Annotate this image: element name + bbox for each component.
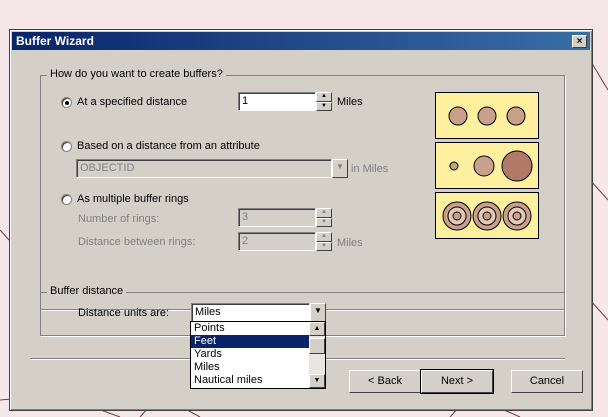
unit-option-yards[interactable]: Yards — [191, 348, 325, 361]
preview-multiple-rings — [435, 192, 539, 239]
ring-buffers-icon — [442, 201, 532, 231]
variable-buffers-icon — [449, 150, 533, 182]
number-of-rings-input[interactable]: 3 — [238, 208, 316, 227]
unit-option-nautical-miles[interactable]: Nautical miles — [191, 374, 325, 387]
title-bar[interactable]: Buffer Wizard × — [12, 32, 590, 50]
radio-attribute-distance-label: Based on a distance from an attribute — [77, 140, 260, 152]
buffer-distance-legend: Buffer distance — [47, 285, 127, 297]
radio-attribute-distance[interactable]: Based on a distance from an attribute — [61, 140, 260, 152]
radio-specified-distance-dot[interactable] — [61, 96, 72, 108]
spin-down-icon[interactable]: ▼ — [316, 101, 332, 111]
spin-up-icon[interactable]: ▲ — [316, 92, 332, 102]
scroll-down-icon[interactable]: ▼ — [309, 374, 325, 388]
distance-between-rings-input[interactable]: 2 — [238, 232, 316, 251]
distance-input[interactable]: 1 — [238, 92, 316, 111]
spin-up-icon[interactable]: ▲ — [316, 208, 332, 218]
radio-multiple-rings-dot[interactable] — [61, 193, 72, 205]
equal-buffers-icon — [448, 106, 526, 126]
chevron-down-icon: ▼ — [336, 162, 344, 171]
preview-specified-distance — [435, 92, 539, 139]
radio-specified-distance[interactable]: At a specified distance — [61, 96, 187, 108]
chevron-down-icon: ▼ — [314, 306, 322, 315]
attribute-dropdown-button[interactable]: ▼ — [332, 159, 348, 178]
scroll-up-icon[interactable]: ▲ — [309, 322, 325, 336]
back-button[interactable]: < Back — [349, 370, 421, 393]
distance-between-rings-label: Distance between rings: — [78, 236, 196, 248]
radio-multiple-rings[interactable]: As multiple buffer rings — [61, 193, 189, 205]
distance-units-label: Distance units are: — [78, 307, 170, 319]
close-icon: × — [576, 36, 583, 47]
attribute-field-select[interactable]: OBJECTID — [76, 159, 332, 178]
ring-distance-spinner[interactable]: ▲ ▼ — [316, 232, 332, 251]
radio-specified-distance-label: At a specified distance — [77, 96, 188, 108]
attribute-unit: in Miles — [351, 163, 389, 175]
distance-units-dropdown-list: Points Feet Yards Miles Nautical miles ▲… — [190, 321, 326, 389]
next-button[interactable]: Next > — [420, 369, 494, 394]
rings-spinner[interactable]: ▲ ▼ — [316, 208, 332, 227]
spin-up-icon[interactable]: ▲ — [316, 232, 332, 242]
number-of-rings-label: Number of rings: — [78, 213, 160, 225]
create-buffers-legend: How do you want to create buffers? — [47, 68, 226, 80]
preview-attribute-distance — [435, 142, 539, 189]
distance-units-dropdown-button[interactable]: ▼ — [310, 303, 326, 322]
unit-option-miles[interactable]: Miles — [191, 361, 325, 374]
radio-multiple-rings-label: As multiple buffer rings — [77, 193, 189, 205]
cancel-button[interactable]: Cancel — [511, 370, 583, 393]
unit-option-feet[interactable]: Feet — [191, 335, 325, 348]
rings-unit: Miles — [337, 237, 363, 249]
dropdown-scrollbar[interactable]: ▲ ▼ — [309, 322, 325, 388]
radio-attribute-distance-dot[interactable] — [61, 140, 72, 152]
spin-down-icon[interactable]: ▼ — [316, 241, 332, 251]
distance-unit: Miles — [337, 96, 363, 108]
close-button[interactable]: × — [572, 35, 587, 48]
unit-option-points[interactable]: Points — [191, 322, 325, 335]
distance-spinner[interactable]: ▲ ▼ — [316, 92, 332, 111]
spin-down-icon[interactable]: ▼ — [316, 217, 332, 227]
window-title: Buffer Wizard — [16, 34, 94, 48]
scroll-thumb[interactable] — [309, 338, 325, 354]
distance-units-select[interactable]: Miles — [191, 303, 310, 322]
